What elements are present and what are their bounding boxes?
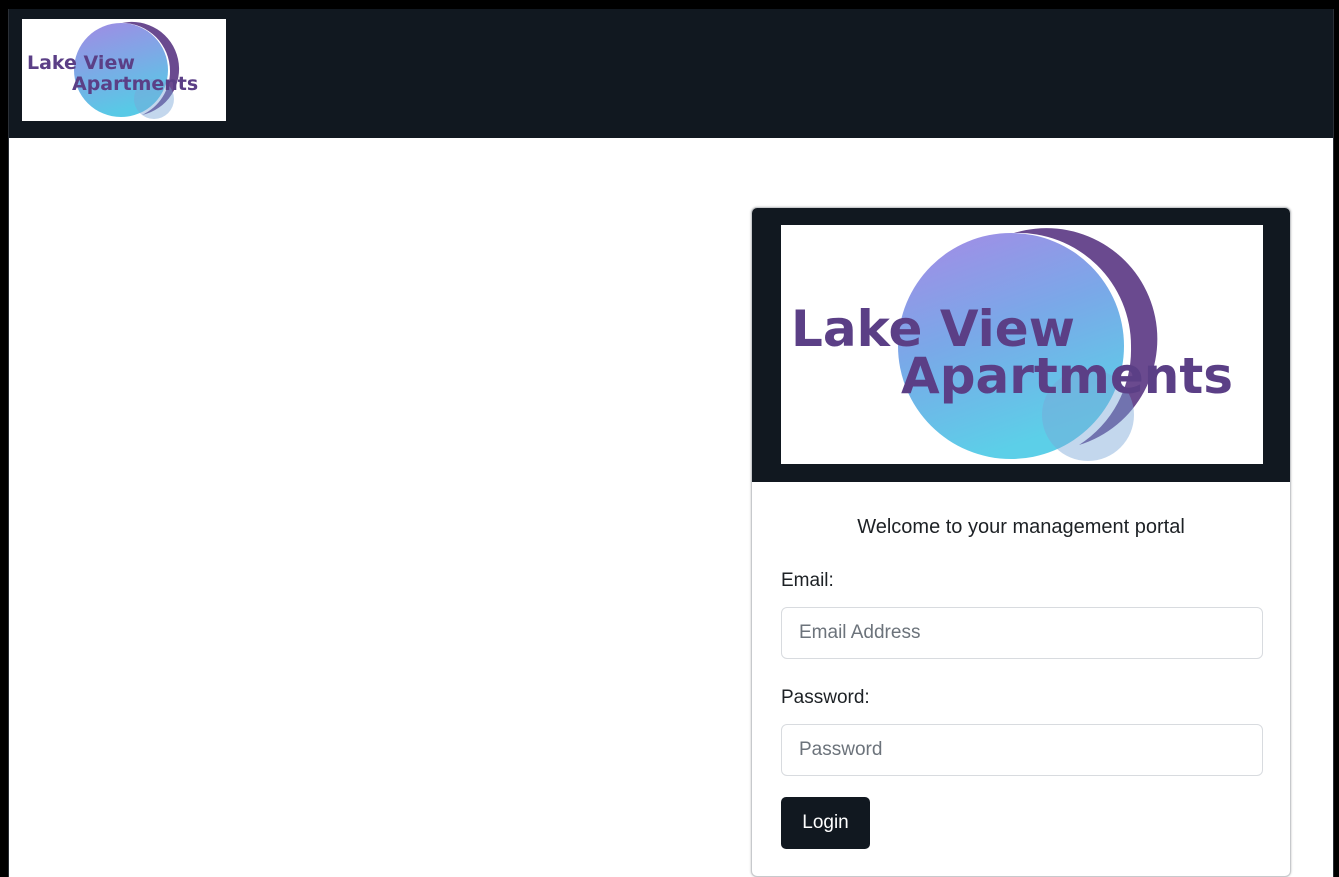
logo-line1: Lake View — [27, 52, 135, 74]
welcome-text: Welcome to your management portal — [857, 516, 1185, 538]
navbar-logo[interactable]: Lake View Apartments — [22, 19, 226, 121]
card-logo: Lake View Apartments — [781, 225, 1263, 464]
card-logo-line2: Apartments — [901, 347, 1233, 405]
top-navbar: Lake View Apartments — [9, 9, 1333, 138]
login-button[interactable]: Login — [781, 797, 870, 849]
login-card-header: Lake View Apartments — [752, 208, 1290, 482]
email-input[interactable] — [781, 607, 1263, 659]
lake-view-logo-small: Lake View Apartments — [27, 21, 198, 119]
password-input[interactable] — [781, 724, 1263, 776]
password-label: Password: — [781, 687, 870, 708]
login-card: Lake View Apartments Welcome to your man… — [751, 207, 1291, 877]
logo-line2: Apartments — [72, 73, 198, 95]
email-label: Email: — [781, 570, 834, 591]
lake-view-logo-large: Lake View Apartments — [791, 228, 1233, 461]
page-frame: Lake View Apartments Lake View Apartment… — [8, 9, 1334, 877]
